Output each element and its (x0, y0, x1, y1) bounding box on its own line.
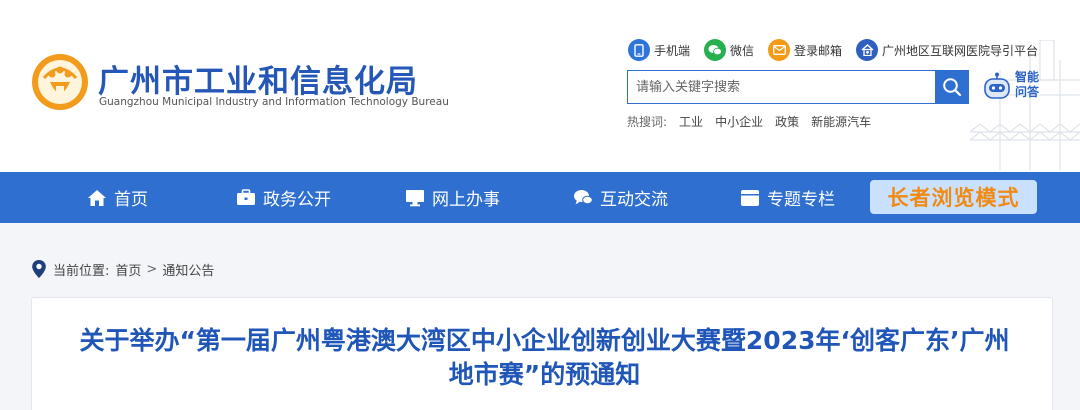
hot-word-item[interactable]: 新能源汽车 (811, 113, 871, 130)
search-input[interactable] (628, 71, 935, 103)
breadcrumb-home-link[interactable]: 首页 (115, 260, 141, 279)
wechat-icon (704, 39, 727, 61)
site-title[interactable]: 广州市工业和信息化局 (98, 56, 418, 101)
mail-link[interactable]: 登录邮箱 (768, 39, 842, 61)
hospital-icon (856, 39, 879, 61)
hospital-guide-label: 广州地区互联网医院导引平台 (882, 43, 1039, 58)
hot-word-item[interactable]: 工业 (679, 113, 703, 130)
nav-item-special-topics[interactable]: 专题专栏 (740, 172, 835, 223)
nav-item-home[interactable]: 首页 (87, 172, 148, 223)
hot-word-item[interactable]: 中小企业 (715, 113, 763, 130)
breadcrumb: 当前位置: 首页 > 通知公告 (31, 258, 214, 280)
mail-link-label: 登录邮箱 (794, 43, 843, 58)
site-header: 广州市工业和信息化局 Guangzhou Municipal Industry … (0, 0, 1080, 172)
breadcrumb-separator: > (146, 261, 158, 277)
search-bar (627, 70, 969, 104)
nav-item-label: 互动交流 (600, 190, 668, 210)
home-icon (88, 189, 106, 206)
site-subtitle: Guangzhou Municipal Industry and Informa… (99, 96, 449, 108)
smart-qa-button[interactable]: 智能问答 (982, 68, 1039, 108)
wechat-link[interactable]: 微信 (704, 39, 754, 61)
mobile-link-label: 手机端 (654, 43, 691, 58)
phone-icon (628, 39, 650, 61)
nav-item-interaction[interactable]: 互动交流 (573, 172, 668, 223)
mobile-link[interactable]: 手机端 (628, 39, 690, 61)
nav-item-label: 专题专栏 (767, 190, 835, 210)
wechat-link-label: 微信 (730, 43, 755, 58)
monitor-icon (406, 189, 424, 206)
mail-icon (768, 39, 791, 61)
search-button[interactable] (935, 71, 968, 103)
nav-item-gov-affairs[interactable]: 政务公开 (236, 172, 331, 223)
nav-item-label: 政务公开 (263, 190, 331, 210)
hot-word-item[interactable]: 政策 (775, 113, 799, 130)
nav-item-online-services[interactable]: 网上办事 (405, 172, 500, 223)
search-icon (942, 78, 961, 97)
nav-item-label: 首页 (114, 190, 148, 210)
bureau-emblem-icon[interactable] (30, 52, 90, 112)
elder-mode-button[interactable]: 长者浏览模式 (870, 180, 1037, 214)
hot-search-words: 热搜词: 工业 中小企业 政策 新能源汽车 (627, 113, 871, 130)
top-links: 手机端 微信 登录邮箱 广州地区互联网医院导引平台 (628, 38, 1052, 62)
briefcase-icon (237, 189, 255, 205)
breadcrumb-label: 当前位置: (53, 263, 110, 279)
window-icon (741, 189, 759, 206)
hot-search-label: 热搜词: (627, 115, 668, 129)
chat-icon (574, 189, 593, 204)
robot-icon (984, 72, 1010, 99)
article-card: 关于举办“第一届广州粤港澳大湾区中小企业创新创业大赛暨2023年‘创客广东’广州… (31, 297, 1053, 410)
hospital-guide-link[interactable]: 广州地区互联网医院导引平台 (856, 39, 1038, 61)
smart-qa-label: 智能问答 (1015, 70, 1040, 99)
nav-item-label: 网上办事 (432, 190, 500, 210)
breadcrumb-notices-link[interactable]: 通知公告 (162, 260, 214, 279)
article-title: 关于举办“第一届广州粤港澳大湾区中小企业创新创业大赛暨2023年‘创客广东’广州… (79, 326, 1010, 389)
location-pin-icon (32, 260, 46, 278)
